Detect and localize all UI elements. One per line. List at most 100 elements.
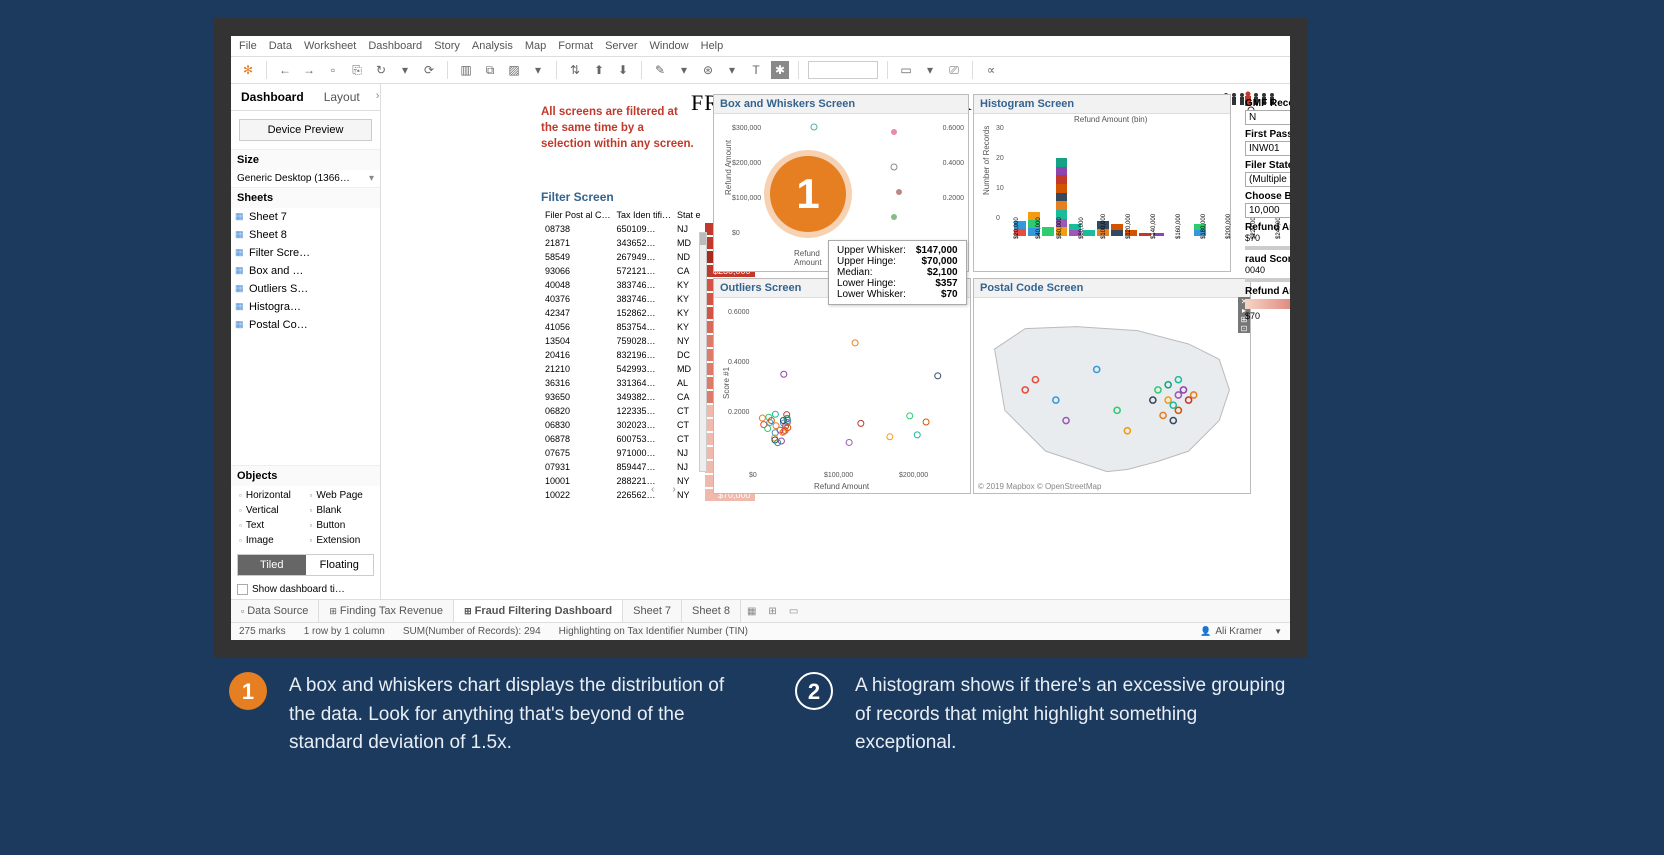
- new-dashboard-icon[interactable]: ⊞: [762, 601, 782, 622]
- size-header: Size: [231, 149, 380, 170]
- sheets-header: Sheets: [231, 187, 380, 208]
- menu-story[interactable]: Story: [434, 40, 460, 52]
- duplicate-icon[interactable]: ⧉: [481, 61, 499, 79]
- out-x-label: Refund Amount: [814, 482, 869, 491]
- group-icon[interactable]: ⊛: [699, 61, 717, 79]
- new-data-icon[interactable]: ⎘: [348, 61, 366, 79]
- back-icon[interactable]: ←: [276, 61, 294, 79]
- new-worksheet-icon[interactable]: ▥: [457, 61, 475, 79]
- sheet-item[interactable]: Sheet 7: [231, 208, 380, 226]
- fit-icon[interactable]: ▭: [897, 61, 915, 79]
- object-item[interactable]: Button: [306, 518, 377, 533]
- finding-tab[interactable]: ⊞Finding Tax Revenue: [319, 600, 454, 622]
- new-sheet-icon[interactable]: ▦: [741, 601, 762, 622]
- save-icon[interactable]: ▫: [324, 61, 342, 79]
- filter-scrollbar[interactable]: [699, 232, 707, 472]
- menu-server[interactable]: Server: [605, 40, 637, 52]
- labels-icon[interactable]: T: [747, 61, 765, 79]
- outliers-screen[interactable]: Outliers Screen Score #1 Refund Amount 0…: [713, 278, 971, 494]
- sheet-item[interactable]: Sheet 8: [231, 226, 380, 244]
- object-item[interactable]: Extension: [306, 533, 377, 548]
- filter-controls: GMF Record? N▼ First Pass Model: INW01▼ …: [1245, 94, 1290, 321]
- sheet7-tab[interactable]: Sheet 7: [623, 600, 682, 622]
- user-menu[interactable]: 👤Ali Kramer▼: [1200, 626, 1282, 637]
- outliers-scatter-svg: [749, 304, 959, 464]
- swap-icon[interactable]: ⇅: [566, 61, 584, 79]
- color-legend: [1245, 299, 1290, 309]
- dropdown-icon[interactable]: ▾: [396, 61, 414, 79]
- sheet-item[interactable]: Box and …: [231, 262, 380, 280]
- dropdown5-icon[interactable]: ▾: [921, 61, 939, 79]
- legend-label: Refund Amount: [1245, 286, 1290, 297]
- clear-icon[interactable]: ▨: [505, 61, 523, 79]
- show-title-checkbox[interactable]: [237, 584, 248, 595]
- menu-help[interactable]: Help: [701, 40, 724, 52]
- fpm-select[interactable]: INW01▼: [1245, 141, 1290, 156]
- dropdown4-icon[interactable]: ▾: [723, 61, 741, 79]
- fraud-dashboard-tab[interactable]: ⊞Fraud Filtering Dashboard: [454, 600, 623, 622]
- dropdown2-icon[interactable]: ▾: [529, 61, 547, 79]
- menu-format[interactable]: Format: [558, 40, 593, 52]
- sort-desc-icon[interactable]: ⬇: [614, 61, 632, 79]
- sheet-item[interactable]: Filter Scre…: [231, 244, 380, 262]
- object-item[interactable]: Image: [235, 533, 306, 548]
- device-preview-button[interactable]: Device Preview: [239, 119, 372, 141]
- map-credit: © 2019 Mapbox © OpenStreetMap: [978, 482, 1101, 491]
- menu-dashboard[interactable]: Dashboard: [368, 40, 422, 52]
- data-source-tab[interactable]: ▫Data Source: [231, 600, 319, 622]
- pin-icon[interactable]: ✱: [771, 61, 789, 79]
- object-item[interactable]: Blank: [306, 503, 377, 518]
- postal-header: Postal Code Screen: [974, 279, 1250, 298]
- refund-range-slider[interactable]: [1245, 246, 1290, 250]
- histogram-screen[interactable]: Histogram Screen Refund Amount (bin) Num…: [973, 94, 1231, 272]
- sheet-item[interactable]: Histogra…: [231, 298, 380, 316]
- status-bar: 275 marks 1 row by 1 column SUM(Number o…: [231, 622, 1290, 640]
- menu-file[interactable]: File: [239, 40, 257, 52]
- floating-button[interactable]: Floating: [306, 555, 374, 575]
- tableau-window: File Data Worksheet Dashboard Story Anal…: [231, 36, 1290, 640]
- toolbar-search[interactable]: [808, 61, 878, 79]
- sheet-item[interactable]: Postal Co…: [231, 316, 380, 334]
- fraud-score-slider[interactable]: [1245, 278, 1290, 282]
- scroll-right-icon[interactable]: ›: [672, 484, 675, 495]
- sheet8-tab[interactable]: Sheet 8: [682, 600, 741, 622]
- object-item[interactable]: Horizontal: [235, 488, 306, 503]
- size-select[interactable]: Generic Desktop (1366…▾: [231, 170, 380, 187]
- menu-data[interactable]: Data: [269, 40, 292, 52]
- tiled-button[interactable]: Tiled: [238, 555, 306, 575]
- refund-range-label: Refund Amount ..: [1245, 222, 1290, 233]
- sort-asc-icon[interactable]: ⬆: [590, 61, 608, 79]
- refresh-icon[interactable]: ↻: [372, 61, 390, 79]
- sheet-item[interactable]: Outliers S…: [231, 280, 380, 298]
- highlight-icon[interactable]: ✎: [651, 61, 669, 79]
- menu-worksheet[interactable]: Worksheet: [304, 40, 356, 52]
- menu-analysis[interactable]: Analysis: [472, 40, 513, 52]
- pause-icon[interactable]: ⟳: [420, 61, 438, 79]
- annotation-2-badge: 2: [795, 672, 833, 710]
- filer-state-select[interactable]: (Multiple values)▼: [1245, 172, 1290, 187]
- filer-state-label: Filer State:: [1245, 160, 1290, 171]
- forward-icon[interactable]: →: [300, 61, 318, 79]
- us-map: [974, 298, 1250, 492]
- filter-note: All screens are filtered at the same tim…: [541, 104, 696, 152]
- object-item[interactable]: Text: [235, 518, 306, 533]
- object-item[interactable]: Web Page: [306, 488, 377, 503]
- callout-badge-1: 1: [770, 156, 846, 232]
- new-story-icon[interactable]: ▭: [783, 601, 804, 622]
- logo-icon[interactable]: ✻: [239, 61, 257, 79]
- menu-window[interactable]: Window: [650, 40, 689, 52]
- gmf-select[interactable]: N▼: [1245, 110, 1290, 125]
- annotation-1-text: A box and whiskers chart displays the di…: [289, 672, 749, 758]
- share-icon[interactable]: ∝: [982, 61, 1000, 79]
- box-tooltip: Upper Whisker:$147,000Upper Hinge:$70,00…: [828, 240, 967, 305]
- dashboard-panel: Dashboard Layout › Device Preview Size G…: [231, 84, 381, 599]
- scroll-left-icon[interactable]: ‹: [651, 484, 654, 495]
- menu-map[interactable]: Map: [525, 40, 546, 52]
- object-item[interactable]: Vertical: [235, 503, 306, 518]
- bin-input[interactable]: 10,000: [1245, 203, 1290, 218]
- dropdown3-icon[interactable]: ▾: [675, 61, 693, 79]
- presentation-icon[interactable]: ⎚: [945, 61, 963, 79]
- layout-tab[interactable]: Layout: [314, 84, 370, 110]
- dashboard-tab[interactable]: Dashboard: [231, 84, 314, 110]
- postal-code-screen[interactable]: Postal Code Screen © 2019 Mapbox © OpenS…: [973, 278, 1251, 494]
